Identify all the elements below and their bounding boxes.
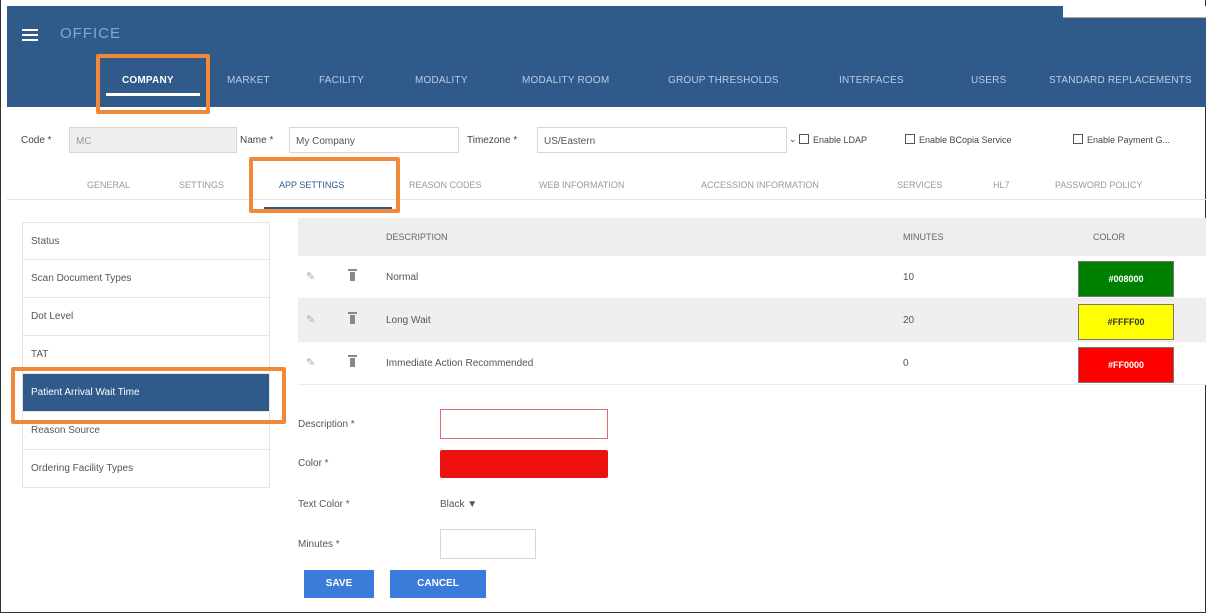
nav-item-users[interactable]: USERS (971, 75, 1006, 86)
pencil-icon[interactable]: ✎ (306, 313, 315, 326)
minutes-input[interactable] (440, 529, 536, 559)
description-label: Description * (298, 419, 355, 430)
row-color-swatch: #008000 (1078, 261, 1174, 297)
tab-hl7[interactable]: HL7 (993, 180, 1010, 190)
tab-general[interactable]: GENERAL (87, 180, 130, 190)
app-settings-list: Status Scan Document Types Dot Level TAT… (22, 222, 270, 488)
row-description: Immediate Action Recommended (386, 358, 534, 369)
enable-payment-checkbox[interactable]: Enable Payment G... (1073, 134, 1170, 145)
row-description: Long Wait (386, 315, 431, 326)
tab-web-information[interactable]: WEB INFORMATION (539, 180, 624, 190)
nav-item-modality[interactable]: MODALITY (415, 75, 468, 86)
tab-settings[interactable]: SETTINGS (179, 180, 224, 190)
column-color[interactable]: COLOR (1093, 232, 1125, 242)
row-color-swatch: #FF0000 (1078, 347, 1174, 383)
tab-password-policy[interactable]: PASSWORD POLICY (1055, 180, 1142, 190)
hamburger-menu-icon[interactable] (22, 29, 38, 41)
highlight-app-settings-tab (249, 157, 400, 213)
highlight-patient-arrival-item (11, 367, 286, 424)
header-corner (1063, 6, 1206, 18)
row-minutes: 0 (903, 358, 909, 369)
list-item-scan-document-types[interactable]: Scan Document Types (22, 260, 270, 298)
table-row: ✎ Long Wait 20 #FFFF00 (298, 299, 1206, 342)
timezone-label: Timezone * (467, 135, 518, 146)
checkbox-icon (1073, 134, 1083, 144)
app-title: OFFICE (60, 25, 121, 42)
text-color-value: Black (440, 499, 465, 510)
text-color-select[interactable]: Black ▼ (440, 499, 477, 510)
company-field-row: Code * MC Name * My Company Timezone * U… (7, 124, 1206, 154)
pencil-icon[interactable]: ✎ (306, 270, 315, 283)
row-minutes: 20 (903, 315, 915, 326)
table-header: DESCRIPTION MINUTES COLOR (298, 218, 1206, 256)
enable-bcopia-label: Enable BCopia Service (919, 135, 1012, 145)
save-button[interactable]: SAVE (304, 570, 374, 598)
nav-item-group-thresholds[interactable]: GROUP THRESHOLDS (668, 75, 779, 86)
timezone-select[interactable]: US/Eastern (537, 127, 787, 153)
row-description: Normal (386, 272, 419, 283)
row-color-swatch: #FFFF00 (1078, 304, 1174, 340)
column-description[interactable]: DESCRIPTION (386, 232, 448, 242)
nav-item-facility[interactable]: FACILITY (319, 75, 364, 86)
enable-ldap-checkbox[interactable]: Enable LDAP (799, 134, 867, 145)
table-row: ✎ Immediate Action Recommended 0 #FF0000 (298, 342, 1206, 385)
checkbox-icon (799, 134, 809, 144)
enable-ldap-label: Enable LDAP (813, 135, 868, 145)
list-item-status[interactable]: Status (22, 222, 270, 260)
table-row: ✎ Normal 10 #008000 (298, 256, 1206, 299)
color-label: Color * (298, 458, 329, 469)
nav-item-standard-replacements[interactable]: STANDARD REPLACEMENTS (1049, 75, 1192, 86)
description-input[interactable] (440, 409, 608, 439)
cancel-button[interactable]: CANCEL (390, 570, 486, 598)
nav-item-modality-room[interactable]: MODALITY ROOM (522, 75, 609, 86)
tab-services[interactable]: SERVICES (897, 180, 942, 190)
trash-icon[interactable] (348, 312, 357, 325)
trash-icon[interactable] (348, 355, 357, 368)
trash-icon[interactable] (348, 269, 357, 282)
wait-time-table: DESCRIPTION MINUTES COLOR ✎ Normal 10 #0… (298, 218, 1206, 385)
row-minutes: 10 (903, 272, 915, 283)
settings-subtabs: GENERAL SETTINGS APP SETTINGS REASON COD… (7, 170, 1206, 200)
code-input[interactable]: MC (69, 127, 237, 153)
name-label: Name * (240, 135, 274, 146)
checkbox-icon (905, 134, 915, 144)
color-picker[interactable] (440, 450, 608, 478)
pencil-icon[interactable]: ✎ (306, 356, 315, 369)
nav-item-interfaces[interactable]: INTERFACES (839, 75, 904, 86)
enable-bcopia-checkbox[interactable]: Enable BCopia Service (905, 134, 1012, 145)
list-item-dot-level[interactable]: Dot Level (22, 298, 270, 336)
tab-accession-information[interactable]: ACCESSION INFORMATION (701, 180, 819, 190)
tab-reason-codes[interactable]: REASON CODES (409, 180, 482, 190)
code-label: Code * (21, 135, 52, 146)
minutes-label: Minutes * (298, 539, 340, 550)
name-input[interactable]: My Company (289, 127, 459, 153)
nav-item-market[interactable]: MARKET (227, 75, 270, 86)
caret-down-icon: ▼ (467, 499, 478, 510)
highlight-company-tab (96, 54, 210, 114)
list-item-ordering-facility-types[interactable]: Ordering Facility Types (22, 450, 270, 488)
column-minutes[interactable]: MINUTES (903, 232, 944, 242)
enable-payment-label: Enable Payment G... (1087, 135, 1171, 145)
timezone-chevron-down-icon[interactable]: ⌄ (789, 134, 797, 145)
text-color-label: Text Color * (298, 499, 350, 510)
